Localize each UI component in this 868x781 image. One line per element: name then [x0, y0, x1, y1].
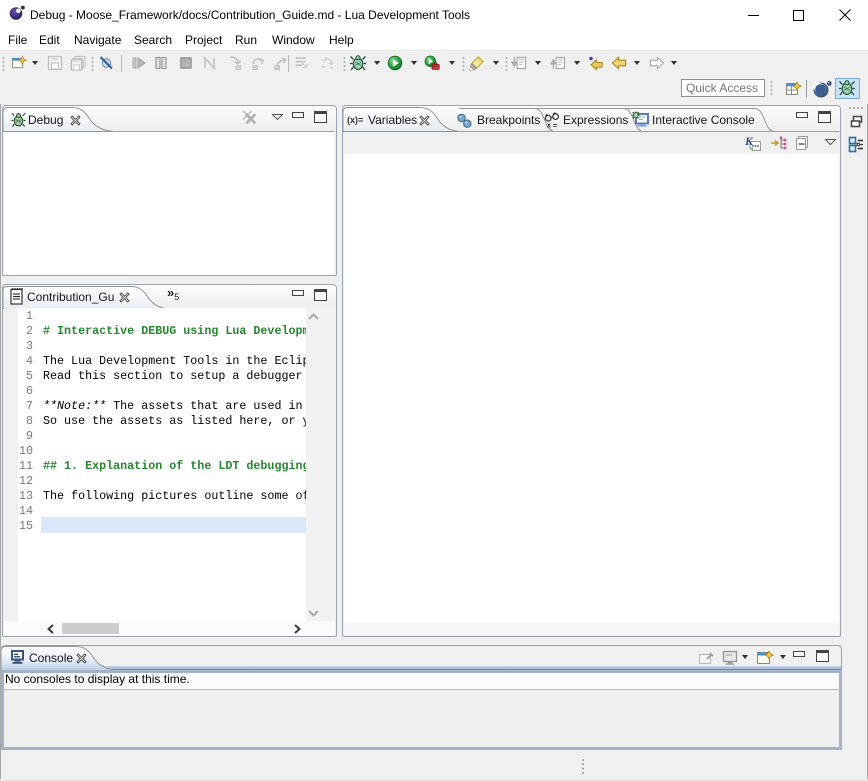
svg-text:=: = [553, 123, 557, 129]
svg-text:x: x [547, 123, 551, 130]
